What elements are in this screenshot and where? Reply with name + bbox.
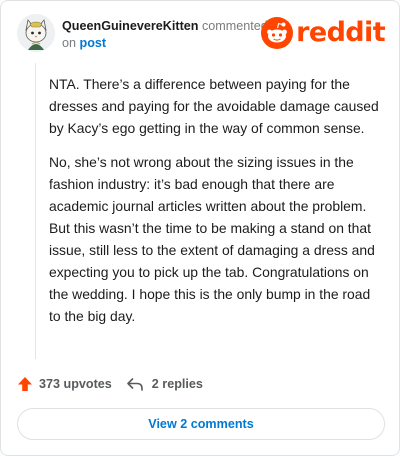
comment-actions: 373 upvotes 2 replies	[17, 373, 203, 395]
comment-meta: QueenGuinevereKitten commented on post	[62, 18, 277, 52]
upvote-button[interactable]: 373 upvotes	[17, 376, 112, 392]
on-text: on	[62, 36, 77, 50]
username-link[interactable]: QueenGuinevereKitten	[62, 19, 198, 33]
thread-line[interactable]	[35, 63, 36, 359]
reddit-wordmark: reddit	[296, 17, 385, 48]
upvote-arrow-icon	[18, 377, 32, 391]
reply-arrow-icon	[126, 378, 143, 391]
reply-button[interactable]: 2 replies	[126, 376, 203, 392]
upvote-count: 373 upvotes	[39, 377, 112, 391]
comment-header: QueenGuinevereKitten commented on post r…	[17, 14, 386, 54]
kitten-avatar-icon	[17, 14, 55, 52]
comment-card: QueenGuinevereKitten commented on post r…	[0, 0, 400, 456]
comment-paragraph: NTA. There’s a difference between paying…	[49, 76, 379, 136]
post-link[interactable]: post	[80, 36, 107, 50]
reddit-logo: reddit	[261, 15, 386, 51]
comment-body: NTA. There’s a difference between paying…	[49, 73, 385, 339]
view-comments-button[interactable]: View 2 comments	[17, 408, 385, 440]
reddit-snoo-icon	[261, 17, 294, 49]
avatar[interactable]	[17, 14, 55, 52]
action-text: commented	[201, 19, 268, 33]
reply-count: 2 replies	[151, 377, 203, 391]
comment-paragraph: No, she’s not wrong about the sizing iss…	[49, 154, 375, 324]
